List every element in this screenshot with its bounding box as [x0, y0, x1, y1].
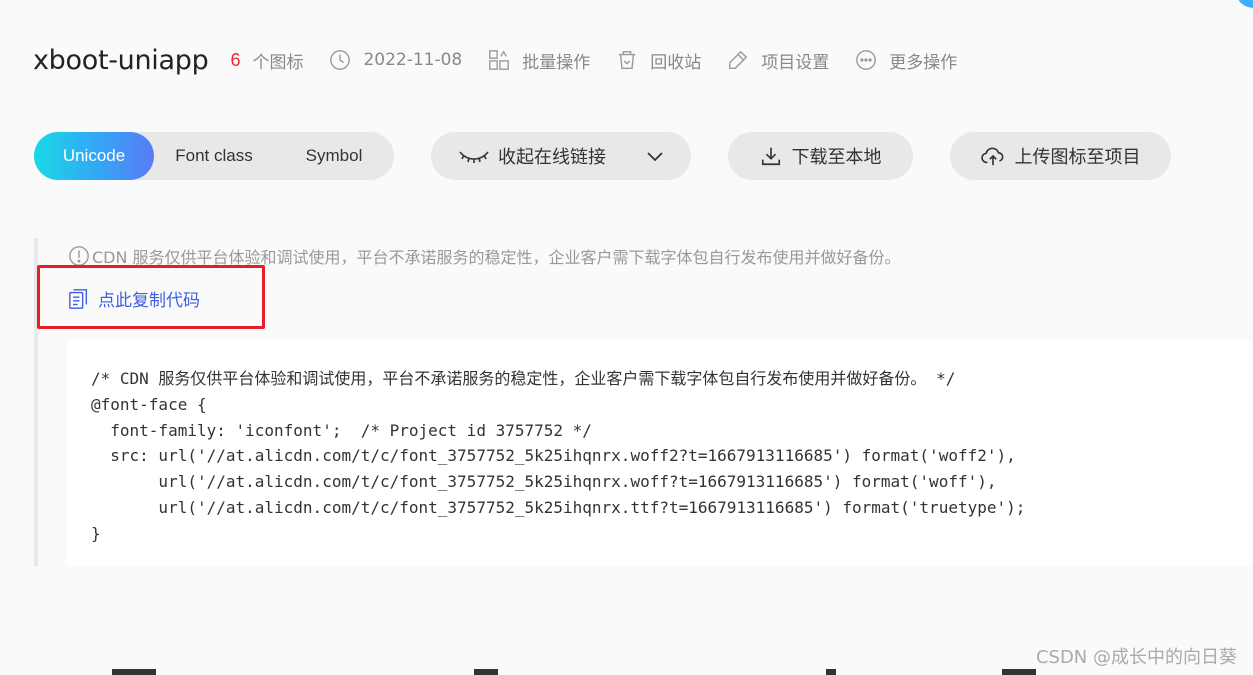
- watermark: CSDN @成长中的向日葵: [1035, 647, 1237, 668]
- cropped-content-bottom: [474, 669, 498, 675]
- download-local-button[interactable]: 下载至本地: [728, 132, 913, 180]
- project-settings-button[interactable]: 项目设置: [727, 48, 829, 73]
- format-tabs: Unicode Font class Symbol: [34, 132, 394, 180]
- info-circle-icon: [69, 246, 89, 266]
- clock-icon: [330, 50, 351, 70]
- grid-icon: [489, 50, 510, 70]
- batch-ops-button[interactable]: 批量操作: [488, 48, 590, 73]
- collapse-online-link-label: 收起在线链接: [498, 147, 606, 168]
- icon-count-label: 个图标: [252, 52, 304, 73]
- date-info: 2022-11-08: [329, 49, 462, 71]
- closed-eye-icon: [459, 151, 489, 163]
- collapse-online-link-button[interactable]: 收起在线链接: [431, 132, 691, 180]
- tab-symbol[interactable]: Symbol: [274, 132, 394, 180]
- toolbar: Unicode Font class Symbol 收起在线链接 下载至本地 上…: [34, 132, 1214, 180]
- trash-icon: [619, 51, 636, 69]
- corner-decoration: [1237, 0, 1253, 8]
- icon-count: 6: [230, 49, 241, 70]
- upload-icons-label: 上传图标至项目: [1014, 147, 1141, 168]
- tab-unicode[interactable]: Unicode: [34, 132, 154, 180]
- pencil-icon: [729, 50, 748, 69]
- more-dots-icon: [856, 50, 877, 70]
- more-ops-button[interactable]: 更多操作: [855, 48, 957, 73]
- chevron-down-icon: [647, 152, 663, 162]
- batch-ops-label: 批量操作: [522, 52, 591, 73]
- recycle-bin-label: 回收站: [650, 52, 702, 73]
- tab-font-class[interactable]: Font class: [154, 132, 274, 180]
- recycle-bin-button[interactable]: 回收站: [616, 48, 701, 73]
- cloud-upload-icon: [980, 147, 1003, 166]
- cropped-content-bottom: [112, 669, 156, 675]
- project-title: xboot-uniapp: [33, 44, 209, 76]
- code-snippet-box: /* CDN 服务仅供平台体验和调试使用，平台不承诺服务的稳定性，企业客户需下载…: [67, 340, 1253, 566]
- code-snippet: /* CDN 服务仅供平台体验和调试使用，平台不承诺服务的稳定性，企业客户需下载…: [91, 369, 1026, 543]
- cropped-content-bottom: [826, 669, 836, 675]
- project-settings-label: 项目设置: [761, 52, 830, 73]
- download-local-label: 下载至本地: [791, 147, 882, 168]
- annotation-highlight-box: [37, 265, 265, 329]
- more-ops-label: 更多操作: [889, 52, 958, 73]
- download-icon: [761, 147, 780, 166]
- cropped-content-bottom: [1002, 669, 1036, 675]
- project-header: xboot-uniapp 6 个图标 2022-11-08 批量操作 回收站 项…: [33, 40, 957, 80]
- date-text: 2022-11-08: [363, 50, 463, 70]
- upload-icons-button[interactable]: 上传图标至项目: [950, 132, 1171, 180]
